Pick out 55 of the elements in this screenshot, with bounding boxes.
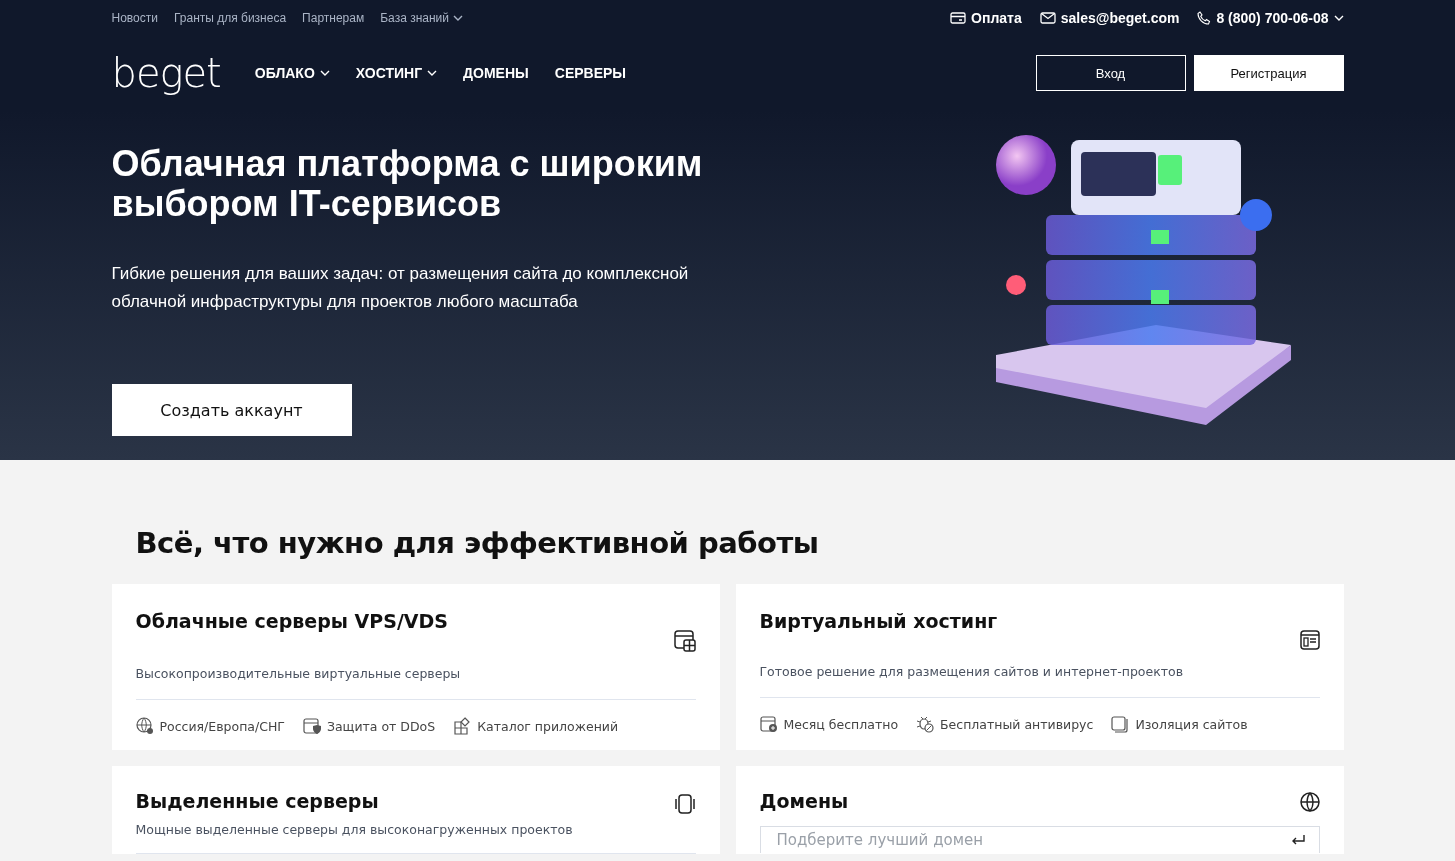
card-title: Выделенные серверы — [135, 790, 379, 812]
top-link[interactable]: База знаний — [380, 11, 463, 25]
feature-label: Бесплатный антивирус — [940, 716, 1094, 732]
card-description: Готовое решение для размещения сайтов и интернет-проектов — [759, 664, 1320, 698]
window-plus-icon — [759, 715, 778, 733]
create-account-button[interactable]: Создать аккаунт — [111, 384, 352, 436]
window-shield-icon — [302, 717, 321, 735]
service-card[interactable]: Выделенные серверы Мощные выделенные серверы для высоконагруженных проектов — [111, 766, 720, 854]
service-card[interactable]: Виртуальный хостинг Готовое решение для размещения сайтов и интернет-проектов Месяц бесплатно Бесплатный антивирус Изоляция сайтов — [735, 584, 1344, 750]
section-title: Всё, что нужно для эффективной работы — [135, 526, 820, 560]
top-link[interactable]: Гранты для бизнеса — [173, 11, 287, 25]
service-card[interactable]: Облачные серверы VPS/VDS Высокопроизводительные виртуальные серверы Россия/Европа/СНГ Защита от DDoS Каталог приложений — [111, 584, 720, 750]
card-title: Виртуальный хостинг — [759, 610, 998, 632]
feature-label: Защита от DDoS — [326, 718, 436, 734]
nav-link[interactable]: ДОМЕНЫ — [463, 65, 529, 81]
chevron-down-icon — [427, 70, 438, 76]
domain-search-field[interactable]: Подберите лучший домен — [759, 826, 1320, 853]
beget-logo[interactable]: beget — [111, 53, 221, 93]
phone-icon — [1197, 11, 1212, 25]
feature-label: Изоляция сайтов — [1135, 716, 1248, 732]
nav-link[interactable]: ОБЛАКО — [254, 65, 330, 81]
hero-subtitle: Гибкие решения для ваших задач: от размещения сайта до комплексной облачной инфраструктуры для проектов любого масштаба — [111, 263, 690, 313]
card-description: Мощные выделенные серверы для высоконагруженных проектов — [135, 822, 696, 854]
blocks-icon — [453, 717, 472, 735]
globe-pin-icon — [135, 717, 154, 735]
hero-title: Облачная платформа с широким выбором IT-сервисов — [111, 144, 704, 224]
card-title: Домены — [759, 790, 849, 812]
nav-link[interactable]: СЕРВЕРЫ — [554, 65, 627, 81]
top-link[interactable]: Новости — [111, 11, 158, 25]
chevron-down-icon — [319, 70, 330, 76]
chevron-down-icon — [1333, 15, 1344, 21]
feature-label: Россия/Европа/СНГ — [159, 718, 285, 734]
stacked-windows-icon — [1111, 715, 1130, 733]
feature-label: Каталог приложений — [477, 718, 619, 734]
card-title: Облачные серверы VPS/VDS — [135, 610, 448, 632]
top-link[interactable]: Партнерам — [302, 11, 365, 25]
login-button[interactable]: Вход — [1035, 55, 1186, 91]
register-button[interactable]: Регистрация — [1193, 55, 1344, 91]
globe-icon — [1299, 792, 1320, 812]
card-description: Высокопроизводительные виртуальные серверы — [135, 666, 696, 700]
nav-link[interactable]: ХОСТИНГ — [355, 65, 438, 81]
domain-input[interactable]: Подберите лучший домен — [774, 830, 1291, 850]
server-case-icon — [673, 794, 696, 814]
credit-card-icon — [950, 12, 967, 24]
chevron-down-icon — [453, 15, 463, 21]
service-card[interactable]: Домены Подберите лучший домен — [735, 766, 1344, 854]
email-link[interactable]: sales@beget.com — [1060, 10, 1180, 26]
envelope-icon — [1039, 12, 1056, 24]
layout-window-icon — [1299, 630, 1320, 650]
feature-label: Месяц бесплатно — [783, 716, 899, 732]
enter-icon — [1290, 834, 1305, 846]
phone-link[interactable]: 8 (800) 700-06-08 — [1216, 10, 1329, 26]
window-grid-icon — [673, 630, 696, 652]
payment-link[interactable]: Оплата — [971, 10, 1022, 26]
bug-blocked-icon — [916, 715, 935, 733]
